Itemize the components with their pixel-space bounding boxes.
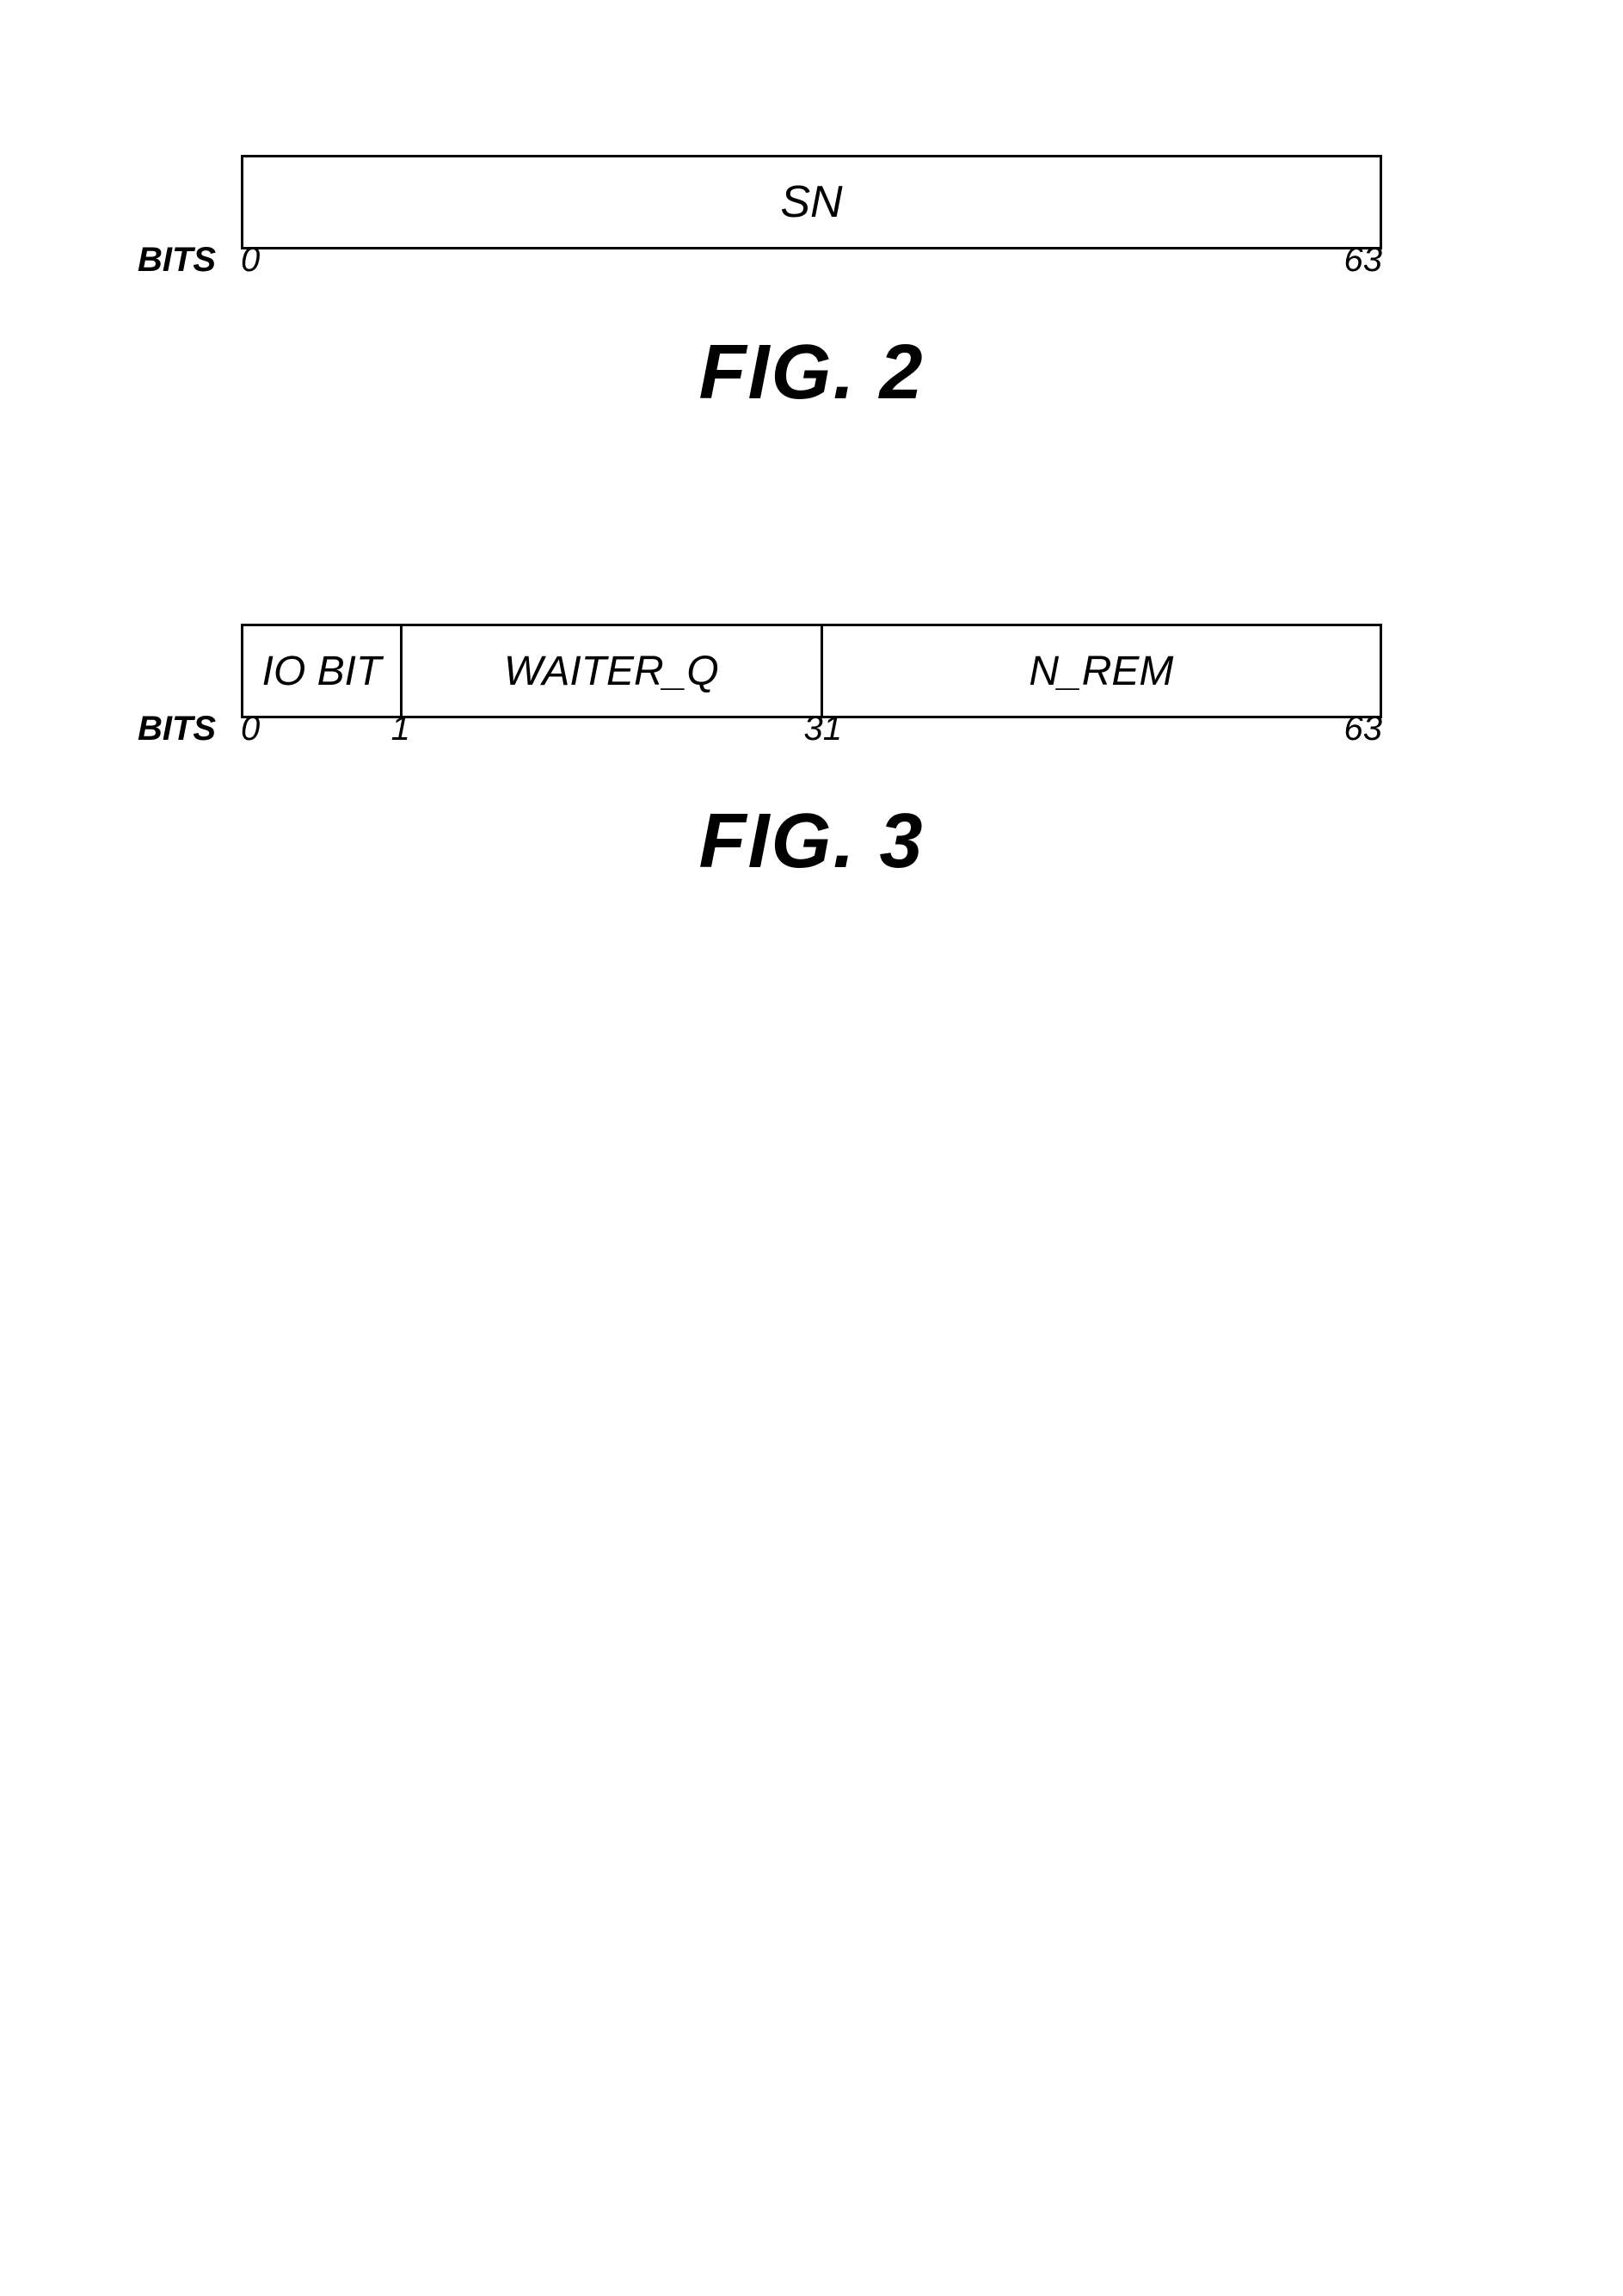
fig2-diagram-wrapper: SN BITS 0 63 bbox=[138, 155, 1485, 260]
fig3-bit-end: 63 bbox=[1344, 710, 1383, 748]
fig3-waiter-q-label: WAITER_Q bbox=[504, 648, 719, 695]
fig3-title: FIG. 3 bbox=[698, 797, 924, 886]
fig3-bit-mid1: 1 bbox=[391, 710, 410, 748]
fig3-bits-label: BITS bbox=[138, 710, 216, 748]
fig3-bit-mid2: 31 bbox=[804, 710, 843, 748]
fig3-col-io: IO BIT bbox=[243, 626, 403, 716]
fig3-bit-start: 0 bbox=[241, 710, 260, 748]
fig3-io-bit-label: IO BIT bbox=[262, 648, 382, 695]
page: SN BITS 0 63 FIG. 2 IO BIT WAITER_Q bbox=[0, 0, 1623, 2296]
fig3-register-box: IO BIT WAITER_Q N_REM bbox=[241, 624, 1382, 718]
fig2-bit-start: 0 bbox=[241, 241, 260, 280]
fig2-register-box: SN bbox=[241, 155, 1382, 249]
fig2-bits-label: BITS bbox=[138, 241, 216, 280]
fig3-section: IO BIT WAITER_Q N_REM BITS 0 1 31 63 FIG… bbox=[138, 624, 1485, 886]
fig3-n-rem-label: N_REM bbox=[1029, 648, 1173, 695]
fig3-diagram-wrapper: IO BIT WAITER_Q N_REM BITS 0 1 31 63 bbox=[138, 624, 1485, 729]
fig3-col-waiter: WAITER_Q bbox=[403, 626, 823, 716]
fig2-title: FIG. 2 bbox=[698, 329, 924, 417]
fig2-section: SN BITS 0 63 FIG. 2 bbox=[138, 155, 1485, 417]
fig3-col-nrem: N_REM bbox=[823, 626, 1380, 716]
fig2-sn-label: SN bbox=[780, 176, 842, 228]
fig2-bit-end: 63 bbox=[1344, 241, 1383, 280]
